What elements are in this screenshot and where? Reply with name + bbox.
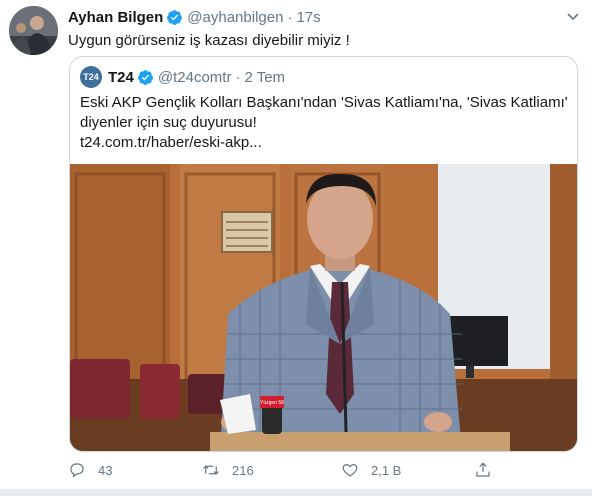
reply-icon [70, 463, 84, 478]
retweet-icon [203, 465, 219, 475]
share-button[interactable] [474, 458, 504, 482]
quoted-tweet-photo[interactable]: Yüzgen 58 [70, 164, 577, 451]
like-count: 2,1 B [371, 462, 402, 478]
reply-button[interactable]: 43 [68, 458, 112, 482]
quoted-avatar[interactable]: T24 [80, 66, 102, 88]
tweet-header: Ayhan Bilgen @ayhanbilgen · 17s [68, 7, 321, 27]
retweet-count: 216 [232, 462, 254, 478]
avatar[interactable] [9, 6, 58, 55]
quoted-author-handle[interactable]: @t24comtr [158, 69, 232, 86]
share-icon [476, 462, 490, 477]
author-handle[interactable]: @ayhanbilgen [187, 9, 283, 26]
quoted-link[interactable]: t24.com.tr/haber/eski-akp... [80, 133, 570, 153]
verified-badge-icon [137, 69, 154, 86]
quoted-timestamp[interactable]: 2 Tem [244, 69, 285, 86]
quoted-text-line: diyenler için suç duyurusu! [80, 114, 257, 131]
chevron-down-icon[interactable] [565, 8, 581, 24]
divider [0, 489, 592, 496]
quoted-text-line: Eski AKP Gençlik Kolları Başkanı'ndan 'S… [80, 94, 568, 111]
like-button[interactable]: 2,1 B [341, 458, 401, 482]
reply-count: 43 [98, 462, 113, 478]
separator-dot: · [235, 68, 241, 86]
quoted-tweet-header: T24 T24 @t24comtr · 2 Tem [80, 66, 285, 88]
retweet-button[interactable]: 216 [202, 458, 254, 482]
tweet-actions: 43 216 2,1 B [68, 458, 498, 482]
quoted-tweet-text: Eski AKP Gençlik Kolları Başkanı'ndan 'S… [80, 93, 570, 153]
quoted-author-name[interactable]: T24 [108, 69, 134, 86]
quoted-tweet[interactable]: T24 T24 @t24comtr · 2 Tem Eski AKP Gençl… [69, 56, 578, 452]
tweet[interactable]: Ayhan Bilgen @ayhanbilgen · 17s Uygun gö… [0, 0, 592, 496]
author-name[interactable]: Ayhan Bilgen [68, 9, 163, 26]
verified-badge-icon [166, 9, 183, 26]
microphone-flag-text: Yüzgen 58 [260, 400, 284, 406]
tweet-text: Uygun görürseniz iş kazası diyebilir miy… [68, 32, 350, 49]
heart-icon [342, 463, 358, 477]
tweet-timestamp[interactable]: 17s [296, 9, 320, 26]
separator-dot: · [287, 8, 293, 26]
